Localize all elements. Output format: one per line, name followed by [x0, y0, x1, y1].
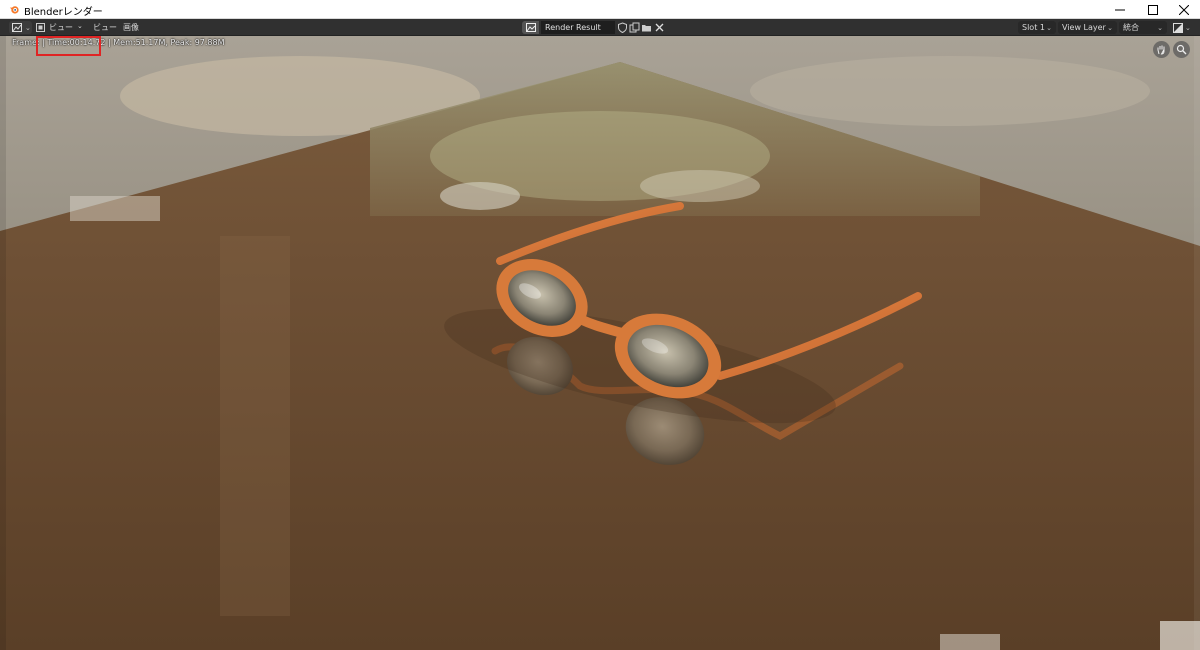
display-channels-icon [1173, 22, 1183, 33]
render-viewport[interactable]: Frame: | Time:00:14.72 | Mem:51.17M, Pea… [0, 36, 1200, 650]
chevron-down-icon: ⌄ [1046, 23, 1052, 32]
image-name-text: Render Result [545, 23, 601, 32]
pan-view-button[interactable] [1153, 41, 1170, 58]
shield-icon[interactable] [617, 22, 628, 33]
close-icon [1178, 4, 1189, 15]
highlight-annotation-box [36, 36, 101, 56]
hand-icon [1157, 45, 1165, 55]
view-layer-label: View Layer [1062, 23, 1106, 32]
view-toggle-icon[interactable] [36, 23, 45, 32]
menu-view[interactable]: ビュー [49, 22, 73, 33]
menu-view-2[interactable]: ビュー [93, 22, 117, 33]
folder-icon[interactable] [641, 22, 652, 33]
image-browse-icon [525, 23, 536, 32]
zoom-view-button[interactable] [1173, 41, 1190, 58]
chevron-down-icon: ⌄ [1157, 23, 1163, 32]
right-edge-scrollbar[interactable] [1194, 36, 1200, 650]
render-pass-selector[interactable]: 統合 ⌄ [1119, 21, 1167, 34]
left-edge-scrollbar[interactable] [0, 36, 6, 650]
maximize-icon [1147, 4, 1158, 15]
close-button[interactable] [1167, 0, 1200, 19]
editor-type-selector[interactable]: ⌄ [9, 21, 32, 34]
minimize-icon [1114, 9, 1125, 10]
maximize-button[interactable] [1136, 0, 1169, 19]
image-browse-button[interactable] [522, 21, 539, 34]
display-channels-selector[interactable]: ⌄ [1173, 21, 1193, 34]
editor-type-icon [12, 23, 22, 32]
image-editor-header: ⌄ ビュー ⌄ ビュー 画像 Render Result Slot 1 ⌄ Vi… [0, 19, 1200, 36]
slot-label: Slot 1 [1022, 23, 1045, 32]
chevron-down-icon[interactable]: ⌄ [77, 22, 83, 30]
render-memory: | Mem:51.17M, Peak: 97.88M [108, 38, 225, 47]
window-title: Blenderレンダー [24, 7, 103, 18]
zoom-icon [1176, 44, 1187, 55]
blender-logo-icon [9, 6, 19, 14]
render-result-image [0, 36, 1200, 650]
chevron-down-icon: ⌄ [25, 23, 31, 32]
slot-selector[interactable]: Slot 1 ⌄ [1018, 21, 1056, 34]
chevron-down-icon: ⌄ [1185, 23, 1191, 32]
x-icon[interactable] [654, 22, 665, 33]
window-titlebar: Blenderレンダー [0, 0, 1200, 19]
menu-image[interactable]: 画像 [123, 22, 139, 33]
chevron-down-icon: ⌄ [1107, 23, 1113, 32]
minimize-button[interactable] [1103, 0, 1136, 19]
image-name-field[interactable]: Render Result [541, 21, 615, 34]
view-layer-selector[interactable]: View Layer ⌄ [1058, 21, 1117, 34]
render-pass-label: 統合 [1123, 23, 1139, 32]
duplicate-icon[interactable] [629, 22, 640, 33]
